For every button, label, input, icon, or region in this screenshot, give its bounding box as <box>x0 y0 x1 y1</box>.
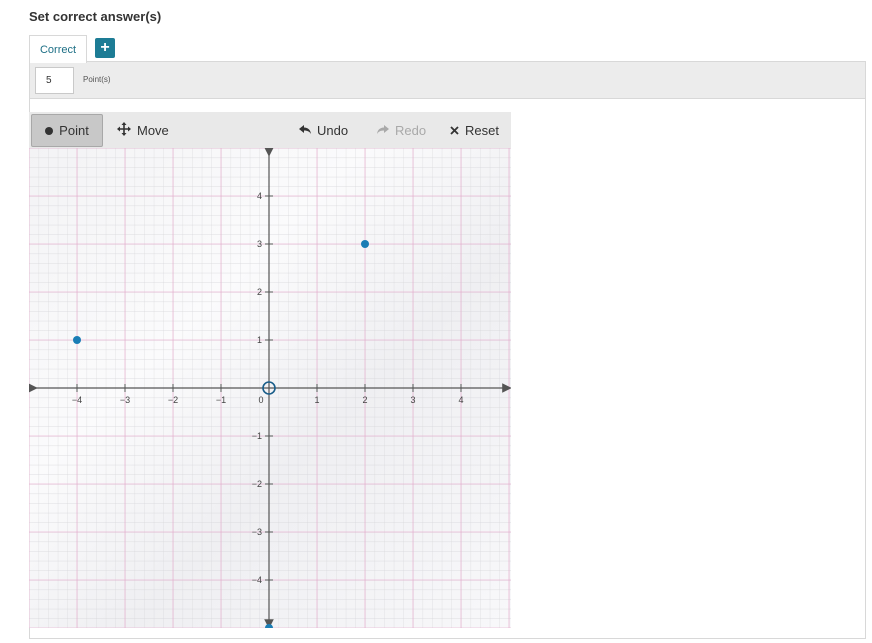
y-tick-label: 2 <box>257 287 262 297</box>
y-tick-label: 3 <box>257 239 262 249</box>
x-tick-label: −2 <box>168 395 178 405</box>
points-input[interactable]: 5 <box>35 67 74 94</box>
y-tick-label: −1 <box>252 431 262 441</box>
plotted-point <box>361 240 369 248</box>
move-tool-button[interactable]: Move <box>117 112 169 148</box>
point-icon <box>45 126 54 135</box>
y-tick-label: −3 <box>252 527 262 537</box>
move-icon <box>117 121 131 139</box>
close-icon <box>450 123 459 138</box>
graph-toolbar: Point Move Undo Redo Reset <box>29 112 511 148</box>
page-heading: Set correct answer(s) <box>29 9 162 24</box>
x-tick-label: −4 <box>72 395 82 405</box>
point-tool-button[interactable]: Point <box>31 114 103 147</box>
points-bar: 5 Point(s) <box>29 61 866 99</box>
move-tool-label: Move <box>137 122 169 138</box>
y-tick-label: 4 <box>257 191 262 201</box>
y-tick-label: −2 <box>252 479 262 489</box>
x-tick-label: 0 <box>258 395 263 405</box>
redo-button[interactable]: Redo <box>377 112 426 148</box>
x-tick-label: −3 <box>120 395 130 405</box>
redo-label: Redo <box>395 122 427 138</box>
coordinate-plane[interactable]: −4 −3 −2 −1 0 1 2 3 4 4 3 2 1 −1 −2 −3 −4 <box>29 148 511 628</box>
add-tab-button[interactable]: + <box>95 38 115 58</box>
reset-button[interactable]: Reset <box>450 112 499 148</box>
redo-icon <box>377 123 389 138</box>
points-label: Point(s) <box>83 75 111 84</box>
tab-correct[interactable]: Correct <box>29 35 87 63</box>
undo-icon <box>299 123 311 138</box>
x-tick-label: 1 <box>314 395 319 405</box>
undo-label: Undo <box>317 122 349 138</box>
x-tick-label: 3 <box>410 395 415 405</box>
y-tick-label: 1 <box>257 335 262 345</box>
plus-icon: + <box>100 39 110 56</box>
plotted-point <box>73 336 81 344</box>
x-tick-label: −1 <box>216 395 226 405</box>
x-tick-label: 2 <box>362 395 367 405</box>
graph-board[interactable]: −4 −3 −2 −1 0 1 2 3 4 4 3 2 1 −1 −2 −3 −4 <box>29 148 511 628</box>
undo-button[interactable]: Undo <box>299 112 348 148</box>
point-tool-label: Point <box>59 123 89 138</box>
y-tick-label: −4 <box>252 575 262 585</box>
x-tick-label: 4 <box>458 395 463 405</box>
reset-label: Reset <box>465 122 499 138</box>
